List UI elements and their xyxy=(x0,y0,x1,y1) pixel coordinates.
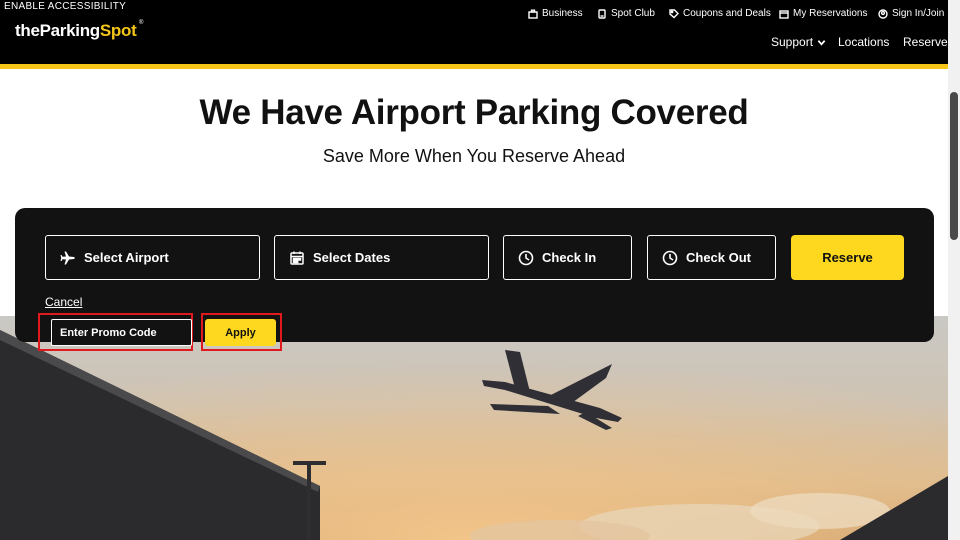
user-icon xyxy=(878,8,888,19)
logo-registered-mark: ® xyxy=(139,20,144,26)
calendar-icon xyxy=(779,9,789,19)
check-in-label: Check In xyxy=(542,250,597,265)
select-dates-field[interactable]: Select Dates xyxy=(274,235,489,280)
chevron-down-icon xyxy=(817,39,826,46)
nav-support-label: Support xyxy=(771,35,814,49)
coupons-link-label: Coupons and Deals xyxy=(683,8,771,19)
nav-reserve[interactable]: Reserve xyxy=(903,35,948,49)
hero-title: We Have Airport Parking Covered xyxy=(199,93,749,132)
header-yellow-stripe xyxy=(0,64,948,69)
hero-subtitle: Save More When You Reserve Ahead xyxy=(322,146,626,166)
site-header: ENABLE ACCESSIBILITY theParkingSpot ® Bu… xyxy=(0,0,948,66)
coupons-link[interactable]: Coupons and Deals xyxy=(669,8,771,19)
business-link-label: Business xyxy=(542,8,583,19)
my-reservations-link-label: My Reservations xyxy=(793,8,868,19)
clock-icon xyxy=(662,250,678,265)
card-icon xyxy=(598,8,606,19)
enable-accessibility-link[interactable]: ENABLE ACCESSIBILITY xyxy=(4,1,126,12)
nav-support[interactable]: Support xyxy=(771,35,826,49)
nav-locations[interactable]: Locations xyxy=(838,35,889,49)
site-logo[interactable]: theParkingSpot xyxy=(15,21,137,41)
page-scrollbar-track[interactable] xyxy=(948,0,960,540)
check-in-field[interactable]: Check In xyxy=(503,235,632,280)
business-link[interactable]: Business xyxy=(528,8,583,19)
sign-in-link[interactable]: Sign In/Join xyxy=(878,8,944,19)
spot-club-link[interactable]: Spot Club xyxy=(597,8,655,19)
briefcase-icon xyxy=(528,9,538,19)
select-airport-field[interactable]: Select Airport xyxy=(45,235,260,280)
reserve-button[interactable]: Reserve xyxy=(791,235,904,280)
select-airport-label: Select Airport xyxy=(84,250,169,265)
logo-the: the xyxy=(15,21,40,40)
select-dates-label: Select Dates xyxy=(313,250,391,265)
calendar-icon xyxy=(290,251,304,265)
tag-icon xyxy=(669,8,679,18)
sign-in-link-label: Sign In/Join xyxy=(892,8,945,19)
apply-button[interactable]: Apply xyxy=(205,319,276,346)
check-out-label: Check Out xyxy=(686,250,752,265)
cancel-promo-link[interactable]: Cancel xyxy=(45,295,82,309)
plane-icon xyxy=(60,251,75,264)
check-out-field[interactable]: Check Out xyxy=(647,235,776,280)
promo-code-input[interactable] xyxy=(51,319,192,346)
page-scrollbar-thumb[interactable] xyxy=(950,92,958,240)
spot-club-link-label: Spot Club xyxy=(611,8,655,19)
clock-icon xyxy=(518,250,534,265)
my-reservations-link[interactable]: My Reservations xyxy=(779,8,867,19)
logo-parking: Parking xyxy=(39,21,101,40)
logo-spot: Spot xyxy=(99,21,137,40)
